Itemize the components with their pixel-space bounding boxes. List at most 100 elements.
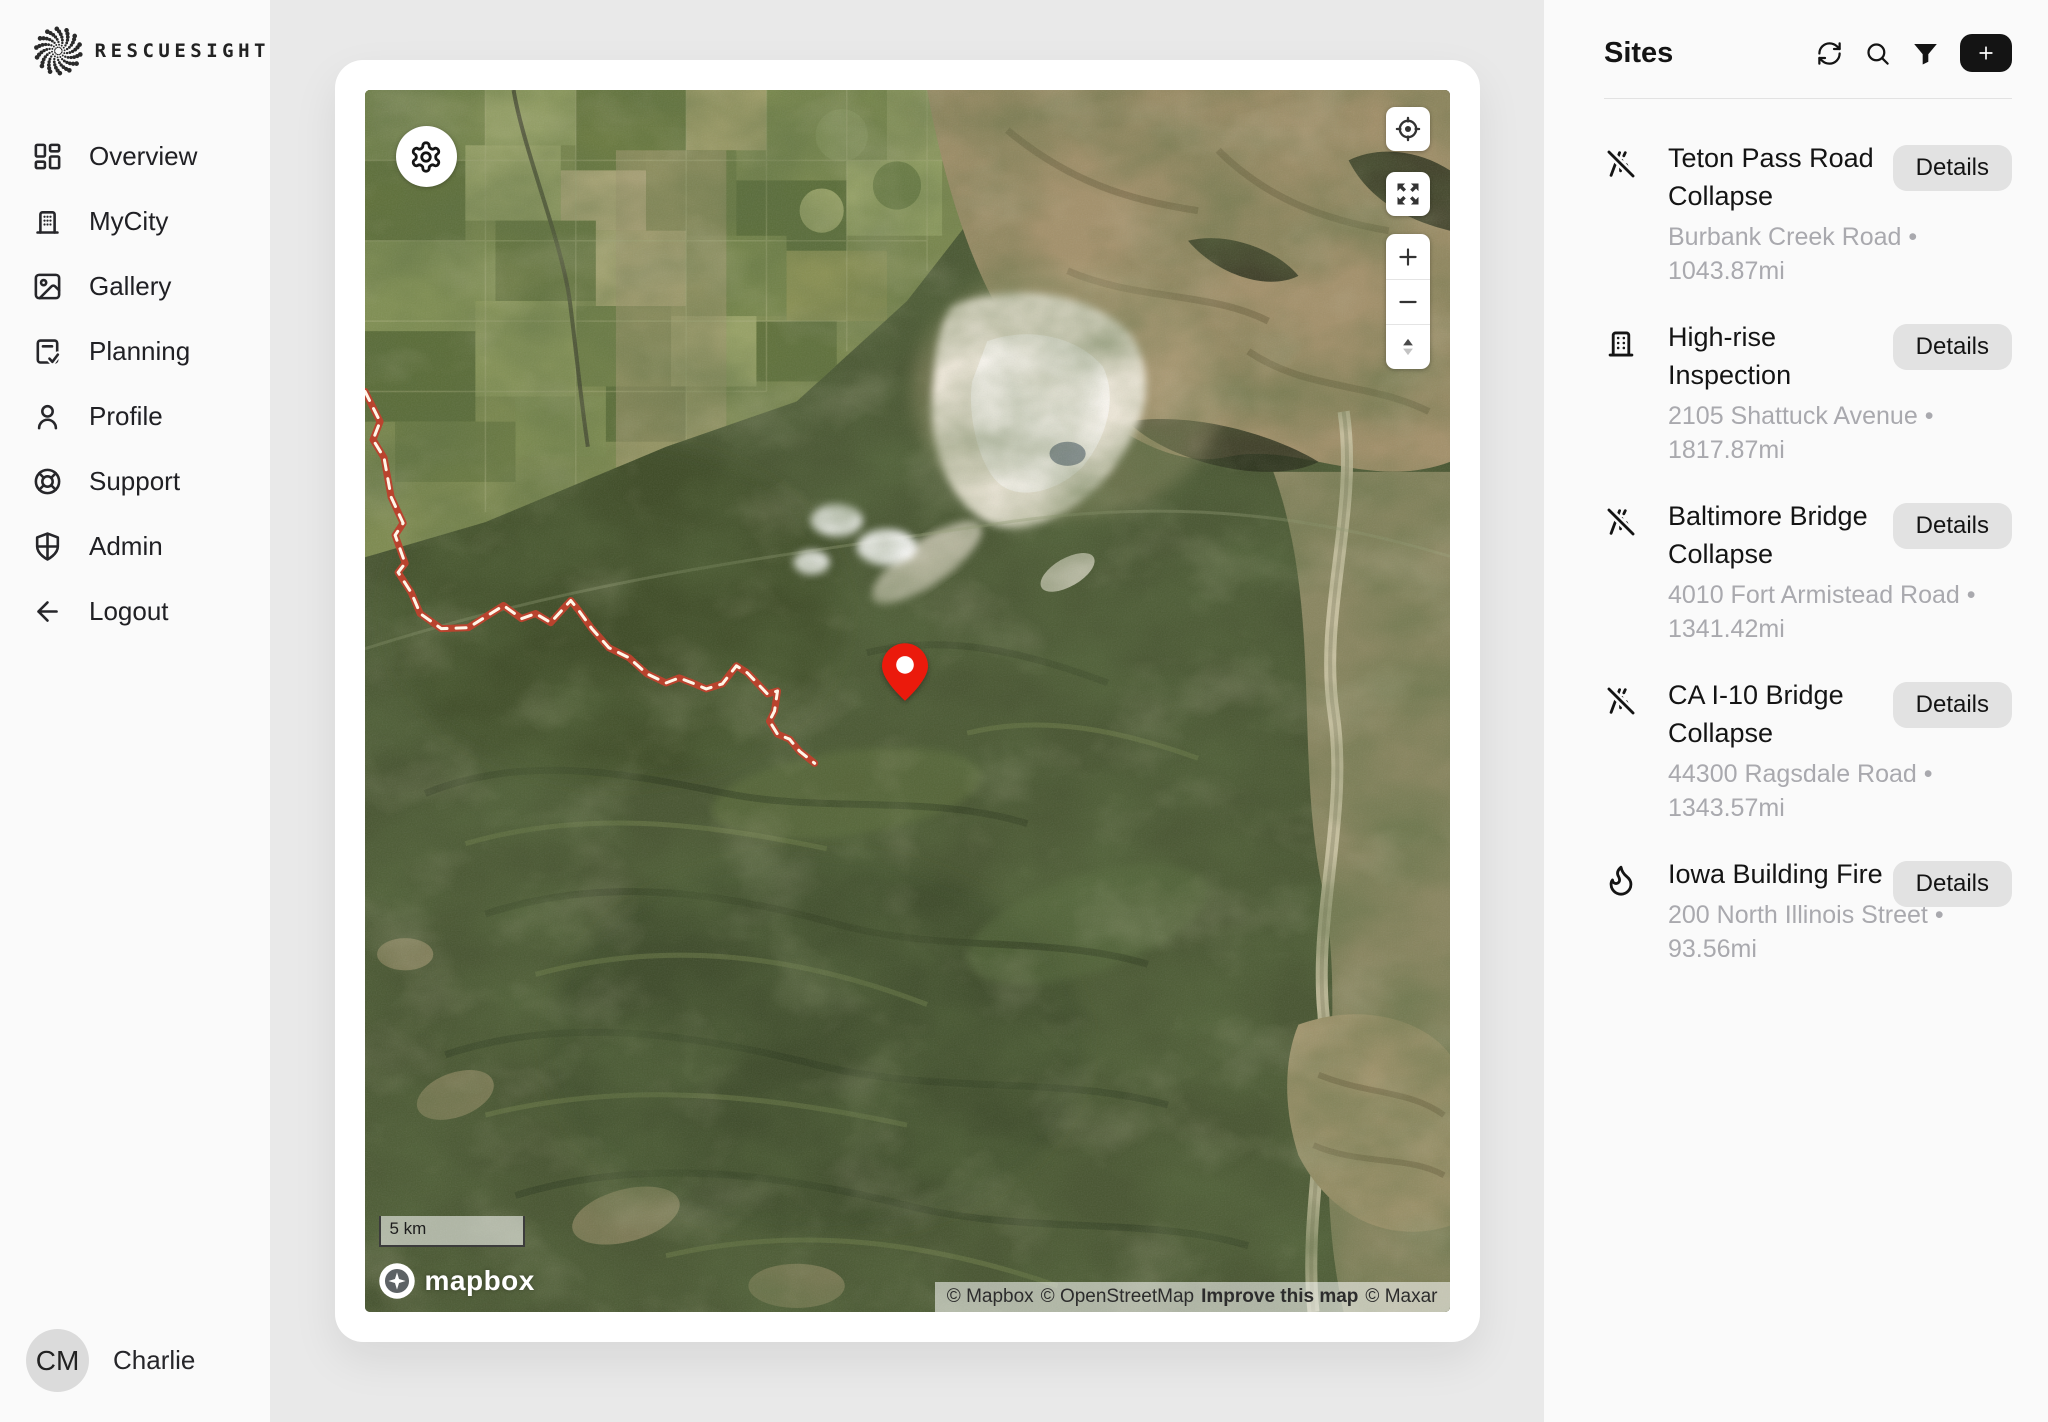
site-address: 200 North Illinois Street xyxy=(1668,901,1928,929)
app-logo-icon xyxy=(34,26,83,76)
site-row-baltimore-bridge[interactable]: Baltimore Bridge Collapse 4010 Fort Armi… xyxy=(1604,497,2012,646)
compass-icon xyxy=(1395,334,1421,360)
site-subtitle: Burbank Creek Road • 1043.87mi xyxy=(1668,220,2012,288)
geolocate-button[interactable] xyxy=(1386,107,1430,151)
attribution-maxar[interactable]: © Maxar xyxy=(1365,1286,1437,1308)
sites-header-actions xyxy=(1812,34,2012,72)
details-button[interactable]: Details xyxy=(1893,503,2012,549)
mapbox-wordmark: mapbox xyxy=(425,1265,535,1297)
add-site-button[interactable] xyxy=(1960,34,2012,72)
separator-dot: • xyxy=(1925,402,1934,430)
site-row-iowa-fire[interactable]: Iowa Building Fire 200 North Illinois St… xyxy=(1604,855,2012,966)
flame-icon xyxy=(1604,863,1638,897)
sidebar: RESCUESIGHT Overview xyxy=(0,0,270,1422)
shield-icon xyxy=(32,531,63,562)
mapbox-logo[interactable]: mapbox xyxy=(378,1262,535,1300)
details-button[interactable]: Details xyxy=(1893,682,2012,728)
sidebar-item-overview[interactable]: Overview xyxy=(0,124,270,189)
map-scale-bar: 5 km xyxy=(379,1216,525,1247)
site-name: CA I-10 Bridge Collapse xyxy=(1668,676,1890,752)
map-card: 5 km mapbox © Mapbox © OpenStreetMap Imp… xyxy=(335,60,1480,1342)
sites-divider xyxy=(1604,98,2012,99)
avatar-initials: CM xyxy=(36,1345,80,1377)
separator-dot: • xyxy=(1924,760,1933,788)
road-closed-icon xyxy=(1604,147,1638,181)
details-button[interactable]: Details xyxy=(1893,145,2012,191)
sidebar-item-support[interactable]: Support xyxy=(0,449,270,514)
site-list: Teton Pass Road Collapse Burbank Creek R… xyxy=(1604,139,2012,966)
filter-icon xyxy=(1912,40,1939,67)
sidebar-item-mycity[interactable]: MyCity xyxy=(0,189,270,254)
sidebar-item-gallery[interactable]: Gallery xyxy=(0,254,270,319)
arrow-left-icon xyxy=(32,596,63,627)
site-address: 2105 Shattuck Avenue xyxy=(1668,402,1918,430)
sites-header: Sites xyxy=(1604,34,2012,72)
sidebar-item-logout[interactable]: Logout xyxy=(0,579,270,644)
separator-dot: • xyxy=(1908,223,1917,251)
user-name: Charlie xyxy=(113,1345,195,1376)
attribution-improve-link[interactable]: Improve this map xyxy=(1201,1286,1358,1308)
avatar: CM xyxy=(26,1329,89,1392)
site-name: High-rise Inspection xyxy=(1668,318,1890,394)
app-root: RESCUESIGHT Overview xyxy=(0,0,2048,1422)
satellite-map[interactable]: 5 km mapbox © Mapbox © OpenStreetMap Imp… xyxy=(365,90,1450,1312)
details-button[interactable]: Details xyxy=(1893,861,2012,907)
compass-button[interactable] xyxy=(1386,324,1430,369)
refresh-button[interactable] xyxy=(1812,36,1846,70)
site-distance: 93.56mi xyxy=(1668,935,1757,963)
sidebar-item-label: Admin xyxy=(89,531,163,562)
zoom-in-button[interactable] xyxy=(1386,234,1430,279)
mapbox-logo-icon xyxy=(378,1262,416,1300)
refresh-icon xyxy=(1816,40,1843,67)
attribution-mapbox[interactable]: © Mapbox xyxy=(947,1286,1034,1308)
gear-icon xyxy=(409,140,443,174)
map-terrain xyxy=(365,90,1450,1312)
map-settings-button[interactable] xyxy=(396,126,457,187)
sidebar-item-label: Support xyxy=(89,466,180,497)
sidebar-item-admin[interactable]: Admin xyxy=(0,514,270,579)
sidebar-item-label: Profile xyxy=(89,401,163,432)
attribution-osm[interactable]: © OpenStreetMap xyxy=(1041,1286,1194,1308)
map-scale-label: 5 km xyxy=(390,1219,427,1238)
site-distance: 1043.87mi xyxy=(1668,257,1785,285)
road-closed-icon xyxy=(1604,684,1638,718)
sidebar-item-label: Planning xyxy=(89,336,190,367)
site-address: 4010 Fort Armistead Road xyxy=(1668,581,1960,609)
details-button[interactable]: Details xyxy=(1893,324,2012,370)
plus-icon xyxy=(1976,43,1996,63)
site-row-teton-pass[interactable]: Teton Pass Road Collapse Burbank Creek R… xyxy=(1604,139,2012,288)
user-profile[interactable]: CM Charlie xyxy=(0,1329,270,1392)
site-row-ca-i10-bridge[interactable]: CA I-10 Bridge Collapse 44300 Ragsdale R… xyxy=(1604,676,2012,825)
sidebar-item-label: Logout xyxy=(89,596,169,627)
app-name: RESCUESIGHT xyxy=(95,40,270,62)
minus-icon xyxy=(1395,289,1421,315)
sidebar-item-profile[interactable]: Profile xyxy=(0,384,270,449)
map-marker[interactable] xyxy=(882,643,928,701)
life-buoy-icon xyxy=(32,466,63,497)
app-logo: RESCUESIGHT xyxy=(0,26,270,76)
expand-icon xyxy=(1394,180,1422,208)
notepad-check-icon xyxy=(32,336,63,367)
road-closed-icon xyxy=(1604,505,1638,539)
site-address: 44300 Ragsdale Road xyxy=(1668,760,1917,788)
site-subtitle: 200 North Illinois Street • 93.56mi xyxy=(1668,898,2012,966)
site-address: Burbank Creek Road xyxy=(1668,223,1901,251)
plus-icon xyxy=(1395,244,1421,270)
site-row-high-rise[interactable]: High-rise Inspection 2105 Shattuck Avenu… xyxy=(1604,318,2012,467)
sidebar-item-planning[interactable]: Planning xyxy=(0,319,270,384)
filter-button[interactable] xyxy=(1908,36,1942,70)
zoom-control xyxy=(1386,234,1430,369)
site-distance: 1817.87mi xyxy=(1668,436,1785,464)
image-icon xyxy=(32,271,63,302)
zoom-out-button[interactable] xyxy=(1386,279,1430,324)
site-distance: 1341.42mi xyxy=(1668,615,1785,643)
dashboard-icon xyxy=(32,141,63,172)
sites-panel: Sites xyxy=(1544,0,2048,1422)
site-subtitle: 4010 Fort Armistead Road • 1341.42mi xyxy=(1668,578,2012,646)
search-button[interactable] xyxy=(1860,36,1894,70)
building-icon xyxy=(32,206,63,237)
site-subtitle: 2105 Shattuck Avenue • 1817.87mi xyxy=(1668,399,2012,467)
fullscreen-button[interactable] xyxy=(1386,172,1430,216)
separator-dot: • xyxy=(1967,581,1976,609)
map-attribution: © Mapbox © OpenStreetMap Improve this ma… xyxy=(935,1282,1450,1312)
